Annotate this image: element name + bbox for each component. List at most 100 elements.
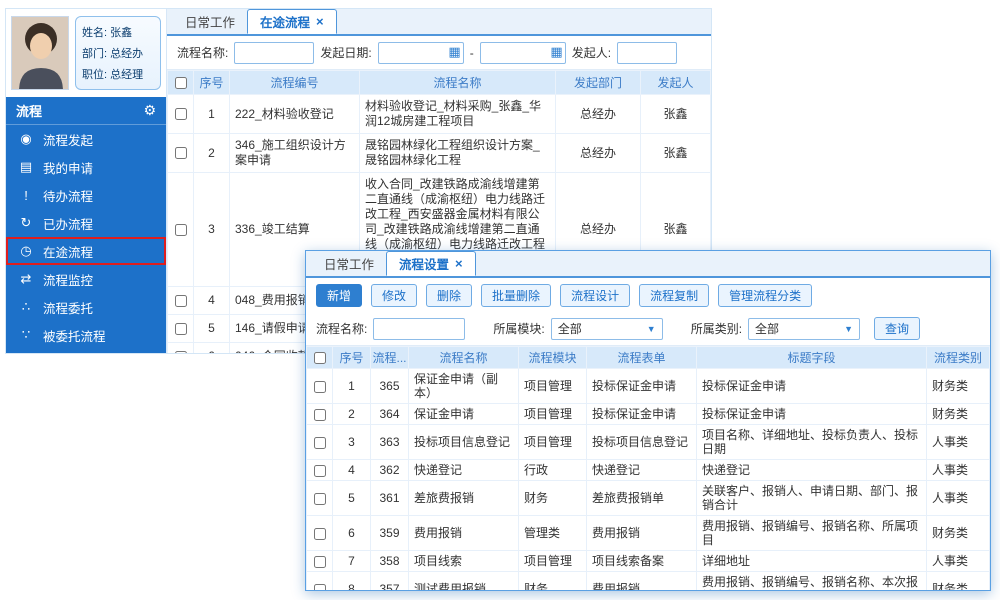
column-header[interactable]: 流程名称 [409, 347, 519, 369]
calendar-icon[interactable]: ▦ [448, 45, 460, 58]
close-icon[interactable]: × [455, 257, 463, 270]
table-row[interactable]: 8357测试费用报销财务费用报销费用报销、报销编号、报销名称、本次报销金额财务类 [307, 572, 990, 591]
column-header[interactable]: 流程类别 [927, 347, 990, 369]
column-header[interactable]: 流程表单 [587, 347, 697, 369]
cell: 管理类 [519, 516, 587, 551]
select-all-checkbox[interactable] [175, 77, 187, 89]
column-header[interactable]: 发起部门 [556, 71, 641, 95]
column-header[interactable]: 序号 [333, 347, 371, 369]
row-checkbox[interactable] [175, 224, 187, 236]
checkbox-cell [168, 95, 194, 134]
sidebar-item-process-delegate[interactable]: ∴流程委托 [6, 293, 166, 321]
table-row[interactable]: 7358项目线索项目管理项目线索备案详细地址人事类 [307, 551, 990, 572]
table-row[interactable]: 2346_施工组织设计方案申请晟铭园林绿化工程组织设计方案_晟铭园林绿化工程总经… [168, 134, 711, 173]
process-copy-button[interactable]: 流程复制 [639, 284, 709, 307]
process-settings-table: 序号流程...流程名称流程模块流程表单标题字段流程类别1365保证金申请（副本）… [306, 346, 990, 590]
row-checkbox[interactable] [175, 351, 187, 353]
module-select[interactable]: 全部 ▼ [551, 318, 663, 340]
table-row[interactable]: 6359费用报销管理类费用报销费用报销、报销编号、报销名称、所属项目财务类 [307, 516, 990, 551]
table-row[interactable]: 3363投标项目信息登记项目管理投标项目信息登记项目名称、详细地址、投标负责人、… [307, 425, 990, 460]
settings-toolbar: 新增修改删除批量删除流程设计流程复制管理流程分类 [306, 278, 990, 312]
row-checkbox[interactable] [175, 108, 187, 120]
sidebar-item-done-processes[interactable]: ↻已办流程 [6, 209, 166, 237]
tab-label: 日常工作 [185, 12, 235, 31]
row-checkbox[interactable] [314, 409, 326, 421]
cell: 项目名称、详细地址、投标负责人、投标日期 [697, 425, 927, 460]
start-date-label: 发起日期: [320, 44, 371, 61]
row-checkbox[interactable] [314, 493, 326, 505]
sidebar-item-process-monitor[interactable]: ⇄流程监控 [6, 265, 166, 293]
sidebar-item-todo-processes[interactable]: !待办流程 [6, 181, 166, 209]
add-button[interactable]: 新增 [316, 284, 362, 307]
header-checkbox-cell [307, 347, 333, 369]
column-header[interactable]: 流程模块 [519, 347, 587, 369]
module-select-value: 全部 [558, 320, 582, 337]
cell: 张鑫 [641, 134, 711, 173]
row-checkbox[interactable] [314, 528, 326, 540]
date-separator: - [470, 46, 474, 60]
column-header[interactable]: 流程... [371, 347, 409, 369]
table-row[interactable]: 5361差旅费报销财务差旅费报销单关联客户、报销人、申请日期、部门、报销合计人事… [307, 481, 990, 516]
progress-icon: ◷ [18, 243, 34, 259]
tab-in-transit-process[interactable]: 在途流程 × [247, 9, 337, 34]
column-header[interactable]: 流程编号 [230, 71, 360, 95]
module-label: 所属模块: [493, 320, 544, 337]
category-select[interactable]: 全部 ▼ [748, 318, 860, 340]
cell: 363 [371, 425, 409, 460]
cell: 359 [371, 516, 409, 551]
calendar-icon[interactable]: ▦ [550, 45, 562, 58]
cell: 346_施工组织设计方案申请 [230, 134, 360, 173]
row-checkbox[interactable] [314, 584, 326, 590]
cell: 3 [194, 173, 230, 287]
select-all-checkbox[interactable] [314, 352, 326, 364]
batch-delete-button[interactable]: 批量删除 [481, 284, 551, 307]
cell: 费用报销、报销编号、报销名称、本次报销金额 [697, 572, 927, 591]
initiator-input[interactable] [617, 42, 677, 64]
row-checkbox[interactable] [175, 323, 187, 335]
cell: 222_材料验收登记 [230, 95, 360, 134]
table-row[interactable]: 1222_材料验收登记材料验收登记_材料采购_张鑫_华润12城房建工程项目总经办… [168, 95, 711, 134]
cell: 8 [333, 572, 371, 591]
row-checkbox[interactable] [314, 465, 326, 477]
tab-process-settings[interactable]: 流程设置× [386, 251, 476, 276]
process-name-input[interactable] [234, 42, 314, 64]
row-checkbox[interactable] [314, 556, 326, 568]
column-header[interactable]: 流程名称 [360, 71, 556, 95]
sidebar-item-process-launch[interactable]: ◉流程发起 [6, 125, 166, 153]
sidebar-item-in-transit-processes[interactable]: ◷在途流程 [6, 237, 166, 265]
row-checkbox[interactable] [314, 437, 326, 449]
table-row[interactable]: 1365保证金申请（副本）项目管理投标保证金申请投标保证金申请财务类 [307, 369, 990, 404]
cell: 4 [333, 460, 371, 481]
delete-button[interactable]: 删除 [426, 284, 472, 307]
row-checkbox[interactable] [314, 381, 326, 393]
column-header[interactable]: 标题字段 [697, 347, 927, 369]
close-icon[interactable]: × [316, 15, 324, 28]
cell: 费用报销 [409, 516, 519, 551]
initiator-label: 发起人: [572, 44, 611, 61]
tab-label: 在途流程 [260, 12, 310, 31]
sidebar-item-delegated-processes[interactable]: ∵被委托流程 [6, 321, 166, 349]
modify-button[interactable]: 修改 [371, 284, 417, 307]
column-header[interactable]: 序号 [194, 71, 230, 95]
process-design-button[interactable]: 流程设计 [560, 284, 630, 307]
row-checkbox[interactable] [175, 295, 187, 307]
gear-icon[interactable]: ⚙ [143, 102, 156, 119]
checkbox-cell [307, 404, 333, 425]
cell: 费用报销 [587, 572, 697, 591]
row-checkbox[interactable] [175, 147, 187, 159]
sidebar-item-label: 我的申请 [43, 158, 93, 177]
tab-daily-work[interactable]: 日常工作 [312, 251, 386, 276]
cell: 7 [333, 551, 371, 572]
table-row[interactable]: 4362快递登记行政快递登记快递登记人事类 [307, 460, 990, 481]
search-button[interactable]: 查询 [874, 317, 920, 340]
column-header[interactable]: 发起人 [641, 71, 711, 95]
cell: 投标保证金申请 [697, 404, 927, 425]
manage-categories-button[interactable]: 管理流程分类 [718, 284, 812, 307]
delegate-icon: ∴ [18, 299, 34, 315]
checkbox-cell [307, 425, 333, 460]
cell: 5 [333, 481, 371, 516]
tab-daily-work[interactable]: 日常工作 [173, 9, 247, 34]
sidebar-item-my-applications[interactable]: ▤我的申请 [6, 153, 166, 181]
settings-name-input[interactable] [373, 318, 465, 340]
table-row[interactable]: 2364保证金申请项目管理投标保证金申请投标保证金申请财务类 [307, 404, 990, 425]
